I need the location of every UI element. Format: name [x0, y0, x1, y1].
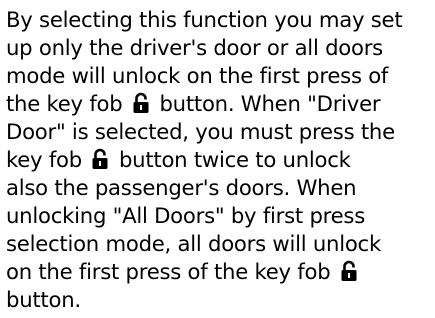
text-line: on the first press of the key fob — [6, 258, 434, 286]
text-line: mode will unlock on the first press of — [6, 62, 434, 90]
text-line: selection mode, all doors will unlock — [6, 230, 434, 258]
text-line: also the passenger's doors. When — [6, 174, 434, 202]
text-line-segment: button. When "Driver — [159, 91, 381, 116]
unlock-padlock-icon — [92, 148, 108, 169]
text-line-segment: on the first press of the key fob — [6, 259, 331, 284]
text-line-segment: mode will unlock on the first press of — [6, 63, 389, 88]
text-line-segment: unlocking "All Doors" by first press — [6, 203, 366, 228]
text-line-segment: also the passenger's doors. When — [6, 175, 357, 200]
text-line-segment: up only the driver's door or all doors — [6, 35, 383, 60]
text-line: button. — [6, 286, 434, 314]
text-line-segment: button twice to unlock — [118, 147, 351, 172]
text-line: up only the driver's door or all doors — [6, 34, 434, 62]
text-line-segment: button. — [6, 287, 81, 312]
text-line: unlocking "All Doors" by first press — [6, 202, 434, 230]
unlock-mode-description: By selecting this function you may set u… — [6, 6, 434, 314]
text-line: the key fob button. When "Driver — [6, 90, 434, 118]
text-line-segment: key fob — [6, 147, 82, 172]
text-line-segment: By selecting this function you may set — [6, 7, 403, 32]
text-line-segment: selection mode, all doors will unlock — [6, 231, 381, 256]
unlock-padlock-icon — [133, 92, 149, 113]
text-line-segment: the key fob — [6, 91, 123, 116]
unlock-padlock-icon — [341, 260, 357, 281]
text-line: By selecting this function you may set — [6, 6, 434, 34]
text-line-segment: Door" is selected, you must press the — [6, 119, 395, 144]
text-line: key fob button twice to unlock — [6, 146, 434, 174]
text-line: Door" is selected, you must press the — [6, 118, 434, 146]
